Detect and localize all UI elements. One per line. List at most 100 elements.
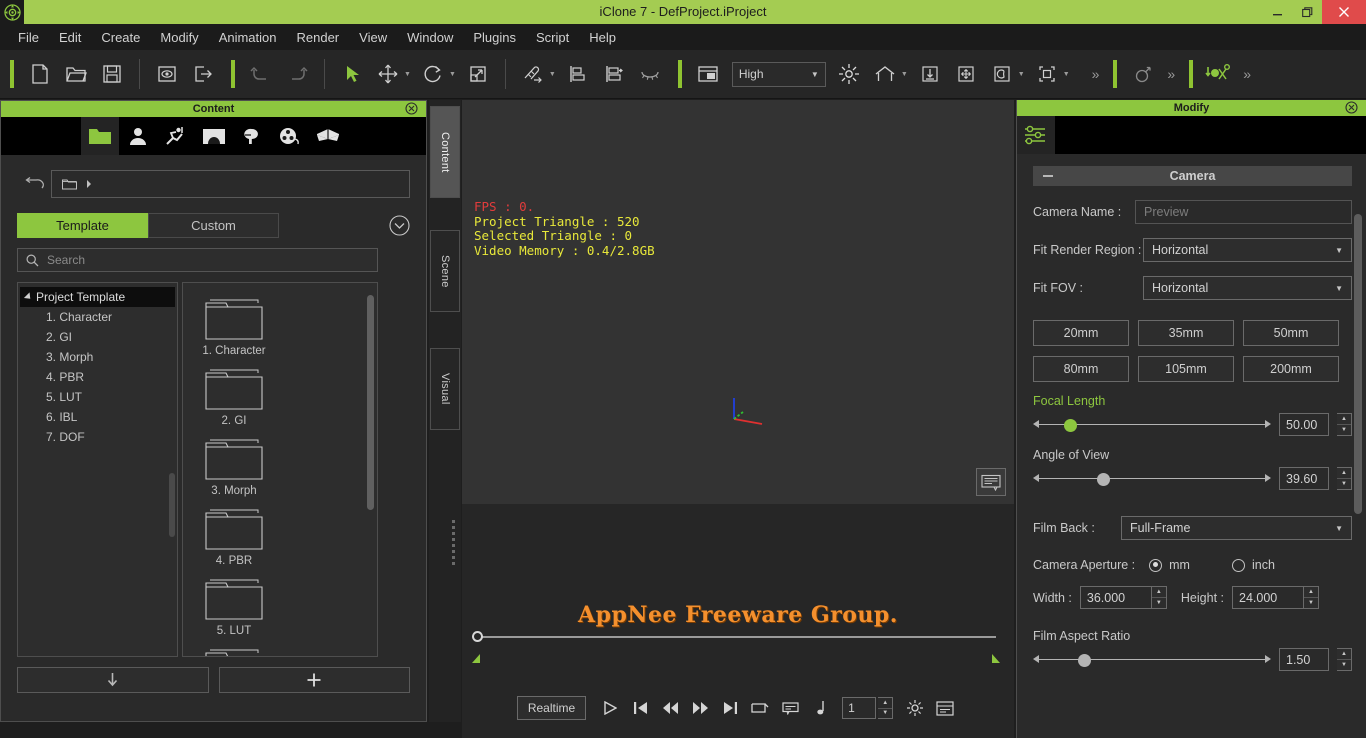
focal-length-slider[interactable] <box>1033 416 1271 434</box>
add-button[interactable] <box>218 667 410 693</box>
lens-preset-80mm[interactable]: 80mm <box>1033 356 1129 382</box>
content-panel-close-icon[interactable] <box>405 102 418 115</box>
close-button[interactable] <box>1322 0 1366 24</box>
chevron-down-circle-icon[interactable] <box>389 215 410 241</box>
modify-panel-scrollbar[interactable] <box>1354 214 1362 514</box>
grid-item[interactable]: 3. Morph <box>195 435 273 497</box>
search-input[interactable] <box>47 253 369 267</box>
angle-of-view-knob[interactable] <box>1097 472 1111 486</box>
dock-tab-content[interactable]: Content <box>430 106 460 198</box>
move-to-center-icon[interactable] <box>951 59 981 89</box>
subtitle-button[interactable] <box>776 695 804 721</box>
scale-icon[interactable] <box>463 59 493 89</box>
tree-item-morph[interactable]: 3. Morph <box>18 347 177 367</box>
rotate-dropdown-icon[interactable]: ▼ <box>449 71 456 78</box>
note-balloon-icon[interactable] <box>976 468 1006 496</box>
width-input[interactable]: 36.000 <box>1079 586 1152 609</box>
physics-icon[interactable] <box>987 59 1017 89</box>
fit-fov-select[interactable]: Horizontal ▼ <box>1143 276 1352 300</box>
toolbar-grip[interactable] <box>10 60 14 88</box>
toolbar-overflow-2[interactable]: » <box>1167 66 1175 82</box>
fit-render-region-select[interactable]: Horizontal ▼ <box>1143 238 1352 262</box>
grid-item[interactable]: 4. PBR <box>195 505 273 567</box>
preview-render-icon[interactable] <box>152 59 182 89</box>
maximize-button[interactable] <box>1292 0 1322 24</box>
angle-of-view-value[interactable]: 39.60 <box>1279 467 1329 490</box>
menu-create[interactable]: Create <box>91 27 150 48</box>
motion-live-icon[interactable] <box>1204 59 1234 89</box>
home-dropdown-icon[interactable]: ▼ <box>901 71 908 78</box>
frame-stepper[interactable]: ▲ ▼ <box>878 697 894 719</box>
film-aspect-ratio-knob[interactable] <box>1078 653 1092 667</box>
height-stepper[interactable]: ▲ ▼ <box>1304 586 1319 609</box>
export-icon[interactable] <box>188 59 218 89</box>
physics-dropdown-icon[interactable]: ▼ <box>1018 71 1025 78</box>
content-tab-motion[interactable] <box>157 117 195 155</box>
toolbar-overflow-3[interactable]: » <box>1243 66 1251 82</box>
tree-item-character[interactable]: 1. Character <box>18 307 177 327</box>
timeline-button[interactable] <box>931 695 959 721</box>
toolbar-grip-5[interactable] <box>1189 60 1194 88</box>
grid-item[interactable]: 2. GI <box>195 365 273 427</box>
toolbar-grip-2[interactable] <box>231 60 235 88</box>
width-step-down[interactable]: ▼ <box>1152 598 1166 608</box>
tree-item-dof[interactable]: 7. DOF <box>18 427 177 447</box>
tree-item-ibl[interactable]: 6. IBL <box>18 407 177 427</box>
menu-edit[interactable]: Edit <box>49 27 91 48</box>
aperture-inch-radio[interactable] <box>1231 558 1245 572</box>
menu-help[interactable]: Help <box>579 27 626 48</box>
lens-preset-200mm[interactable]: 200mm <box>1243 356 1339 382</box>
angle-of-view-step-up[interactable]: ▲ <box>1337 468 1351 479</box>
menu-file[interactable]: File <box>8 27 49 48</box>
focal-length-value[interactable]: 50.00 <box>1279 413 1329 436</box>
audio-button[interactable] <box>806 695 834 721</box>
load-button[interactable] <box>17 667 209 693</box>
content-search-box[interactable] <box>17 248 378 272</box>
range-marker-start[interactable] <box>472 654 480 663</box>
dock-tab-scene[interactable]: Scene <box>430 230 460 312</box>
grid-scrollbar[interactable] <box>367 295 374 510</box>
tree-scrollbar[interactable] <box>169 473 175 537</box>
dock-resize-grip[interactable] <box>452 520 457 570</box>
toolbar-overflow-1[interactable]: » <box>1092 66 1100 82</box>
focal-length-knob[interactable] <box>1063 418 1077 432</box>
align-icon[interactable] <box>563 59 593 89</box>
save-project-icon[interactable] <box>97 59 127 89</box>
modify-tab-attributes[interactable] <box>1017 116 1055 154</box>
lens-preset-50mm[interactable]: 50mm <box>1243 320 1339 346</box>
next-frame-button[interactable] <box>686 695 714 721</box>
undo-icon[interactable] <box>246 59 276 89</box>
camera-name-input[interactable]: Preview <box>1135 200 1352 224</box>
tree-item-pbr[interactable]: 4. PBR <box>18 367 177 387</box>
render-quality-select[interactable]: High ▼ <box>731 61 826 87</box>
film-back-select[interactable]: Full-Frame ▼ <box>1121 516 1352 540</box>
link-icon[interactable] <box>518 59 548 89</box>
content-tab-media[interactable] <box>271 117 309 155</box>
focal-length-step-up[interactable]: ▲ <box>1337 414 1351 425</box>
film-aspect-ratio-stepper[interactable]: ▲ ▼ <box>1337 648 1352 671</box>
realtime-mode-button[interactable]: Realtime <box>516 696 587 720</box>
grid-item[interactable]: 5. LUT <box>195 575 273 637</box>
go-to-start-button[interactable] <box>626 695 654 721</box>
current-frame-input[interactable]: 1 <box>842 697 877 719</box>
open-project-icon[interactable] <box>61 59 91 89</box>
previous-frame-button[interactable] <box>656 695 684 721</box>
film-aspect-ratio-step-up[interactable]: ▲ <box>1337 649 1351 660</box>
playhead-handle[interactable] <box>472 631 483 642</box>
move-icon[interactable] <box>373 59 403 89</box>
content-tab-package[interactable] <box>309 117 347 155</box>
toolbar-grip-4[interactable] <box>1113 60 1118 88</box>
menu-plugins[interactable]: Plugins <box>463 27 526 48</box>
dock-tab-visual[interactable]: Visual <box>430 348 460 430</box>
film-aspect-ratio-step-down[interactable]: ▼ <box>1337 660 1351 670</box>
new-project-icon[interactable] <box>25 59 55 89</box>
go-to-end-button[interactable] <box>716 695 744 721</box>
angle-of-view-slider[interactable] <box>1033 470 1271 488</box>
select-arrow-icon[interactable] <box>337 59 367 89</box>
menu-animation[interactable]: Animation <box>209 27 287 48</box>
timeline-track[interactable] <box>476 636 996 638</box>
3d-viewport[interactable]: FPS : 0. Project Triangle : 520 Selected… <box>462 100 1014 504</box>
menu-window[interactable]: Window <box>397 27 463 48</box>
tree-item-lut[interactable]: 5. LUT <box>18 387 177 407</box>
link-dropdown-icon[interactable]: ▼ <box>549 71 556 78</box>
